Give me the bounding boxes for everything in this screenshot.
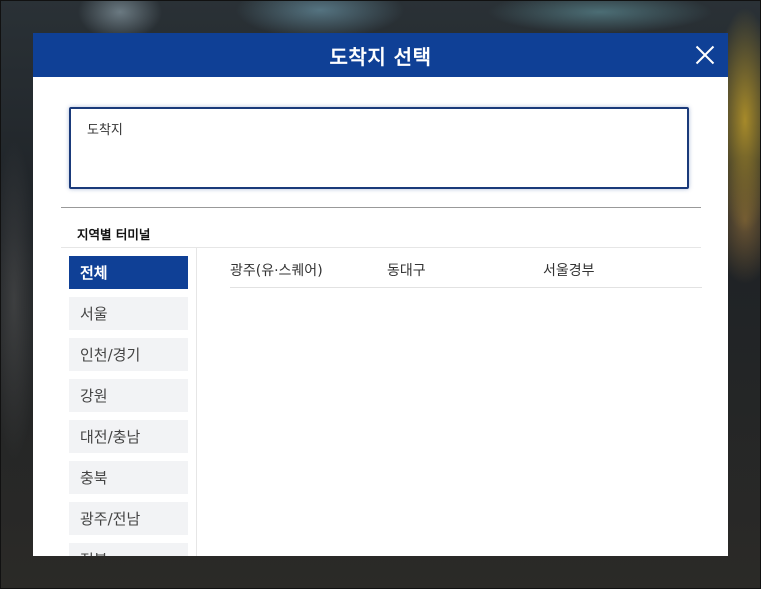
window-border — [0, 0, 761, 589]
